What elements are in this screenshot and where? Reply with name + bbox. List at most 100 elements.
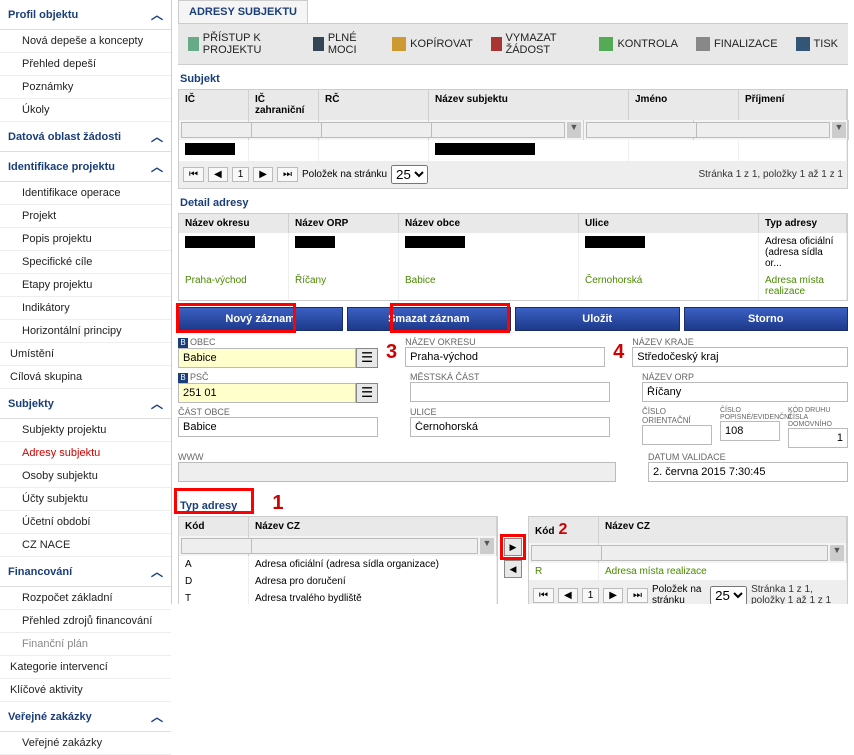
sidebar-item[interactable]: Přehled depeší [0,53,171,76]
sidebar-item[interactable]: Účty subjektu [0,488,171,511]
toolbar-check[interactable]: KONTROLA [591,28,686,60]
toolbar-mail[interactable]: PLNÉ MOCI [305,28,382,60]
www-input[interactable] [178,462,616,482]
col-ulice[interactable]: Ulice [579,214,759,233]
funnel-icon[interactable]: ▼ [567,122,581,138]
filter-nazev[interactable] [601,545,828,561]
toolbar-users[interactable]: PŘÍSTUP K PROJEKTU [180,28,303,60]
col-orp[interactable]: Název ORP [289,214,399,233]
page-size-select[interactable]: 25 [391,165,428,184]
sidebar-item[interactable]: Indikátory [0,297,171,320]
sidebar-item[interactable]: Kategorie intervencí [0,656,171,679]
col-jmeno[interactable]: Jméno [629,90,739,120]
sidebar-group-header[interactable]: Profil objektu︿ [0,0,171,30]
sidebar-group-header[interactable]: Identifikace projektu︿ [0,152,171,182]
toolbar-copy[interactable]: KOPÍROVAT [384,28,481,60]
datum-validace-input[interactable] [648,462,848,482]
sidebar-item[interactable]: Projekt [0,205,171,228]
sidebar-item[interactable]: Subjekty projektu [0,419,171,442]
sidebar-item[interactable]: Přehled zdrojů financování [0,610,171,633]
col-nazev[interactable]: Název subjektu [429,90,629,120]
col-kod[interactable]: Kód2 [529,517,599,543]
ulice-input[interactable] [410,417,610,437]
sidebar-group-header[interactable]: Veřejné zakázky︿ [0,702,171,732]
funnel-icon[interactable]: ▼ [832,122,846,138]
table-row[interactable]: Praha-východ Říčany Babice Černohorská A… [179,272,847,300]
cancel-button[interactable]: Storno [684,307,849,331]
sidebar-item[interactable]: Horizontální principy [0,320,171,343]
sidebar-item[interactable]: Identifikace operace [0,182,171,205]
col-obec[interactable]: Název obce [399,214,579,233]
sidebar-item[interactable]: Cílová skupina [0,366,171,389]
orp-input[interactable] [642,382,848,402]
page-last[interactable]: ⏭ [277,167,298,182]
col-typ[interactable]: Typ adresy [759,214,847,233]
page-last[interactable]: ⏭ [627,588,648,603]
sidebar-item[interactable]: Popis projektu [0,228,171,251]
col-prijmeni[interactable]: Příjmení [739,90,847,120]
page-prev[interactable]: ◀ [208,167,228,182]
page-next[interactable]: ▶ [253,167,273,182]
page-first[interactable]: ⏮ [183,167,204,182]
sidebar-item[interactable]: Poznámky [0,76,171,99]
filter-nazev[interactable] [431,122,565,138]
sidebar-item[interactable]: Umístění [0,343,171,366]
sidebar-item[interactable]: Etapy projektu [0,274,171,297]
col-kod[interactable]: Kód [179,517,249,536]
sidebar-item[interactable]: Adresy subjektu [0,442,171,465]
list-item[interactable]: RAdresa místa realizace [529,563,847,580]
kraj-input[interactable] [632,347,848,367]
page-current[interactable]: 1 [232,167,250,182]
sidebar-group-header[interactable]: Datová oblast žádosti︿ [0,122,171,152]
obec-lookup-button[interactable]: ☰ [356,348,378,368]
tab-adresy-subjektu[interactable]: ADRESY SUBJEKTU [178,0,308,23]
table-row[interactable] [179,140,847,161]
funnel-icon[interactable]: ▼ [830,545,844,561]
col-okres[interactable]: Název okresu [179,214,289,233]
okres-input[interactable] [405,347,605,367]
page-first[interactable]: ⏮ [533,588,554,603]
sidebar-item[interactable]: CZ NACE [0,534,171,557]
sidebar-group-header[interactable]: Subjekty︿ [0,389,171,419]
filter-nazev[interactable] [251,538,478,554]
col-nazev[interactable]: Název CZ [249,517,497,536]
psc-lookup-button[interactable]: ☰ [356,383,378,403]
table-row[interactable]: Adresa oficiální (adresa sídla or... [179,233,847,272]
funnel-icon[interactable]: ▼ [480,538,494,554]
col-ic-zahr[interactable]: IČ zahraniční [249,90,319,120]
sidebar-item[interactable]: Rozpočet základní [0,587,171,610]
move-right-button[interactable]: ▶ [504,538,522,556]
sidebar-item[interactable]: Nová depeše a koncepty [0,30,171,53]
toolbar-print[interactable]: TISK [788,28,846,60]
toolbar-del[interactable]: VYMAZAT ŽÁDOST [483,28,590,60]
toolbar-lock[interactable]: FINALIZACE [688,28,786,60]
page-prev[interactable]: ◀ [558,588,578,603]
sidebar-group-header[interactable]: Financování︿ [0,557,171,587]
cast-obce-input[interactable] [178,417,378,437]
list-item[interactable]: TAdresa trvalého bydliště [179,590,497,604]
psc-input[interactable] [178,383,356,403]
list-item[interactable]: DAdresa pro doručení [179,573,497,590]
obec-input[interactable] [178,348,356,368]
sidebar-item[interactable]: Veřejné zakázky [0,732,171,755]
sidebar-item[interactable]: Finanční plán [0,633,171,656]
new-record-button[interactable]: Nový záznam [178,307,343,331]
sidebar-item[interactable]: Klíčové aktivity [0,679,171,702]
sidebar-item[interactable]: Osoby subjektu [0,465,171,488]
page-next[interactable]: ▶ [603,588,623,603]
sidebar-item[interactable]: Úkoly [0,99,171,122]
filter-prijmeni[interactable] [696,122,830,138]
sidebar-item[interactable]: Účetní období [0,511,171,534]
page-size-select[interactable]: 25 [710,586,747,605]
cislo-orient-input[interactable] [642,425,712,445]
list-item[interactable]: AAdresa oficiální (adresa sídla organiza… [179,556,497,573]
save-button[interactable]: Uložit [515,307,680,331]
kod-druhu-input[interactable] [788,428,848,448]
col-nazev[interactable]: Název CZ [599,517,847,543]
mestska-cast-input[interactable] [410,382,610,402]
cislo-popisne-input[interactable] [720,421,780,441]
col-ic[interactable]: IČ [179,90,249,120]
col-rc[interactable]: RČ [319,90,429,120]
page-current[interactable]: 1 [582,588,600,603]
delete-record-button[interactable]: Smazat záznam [347,307,512,331]
